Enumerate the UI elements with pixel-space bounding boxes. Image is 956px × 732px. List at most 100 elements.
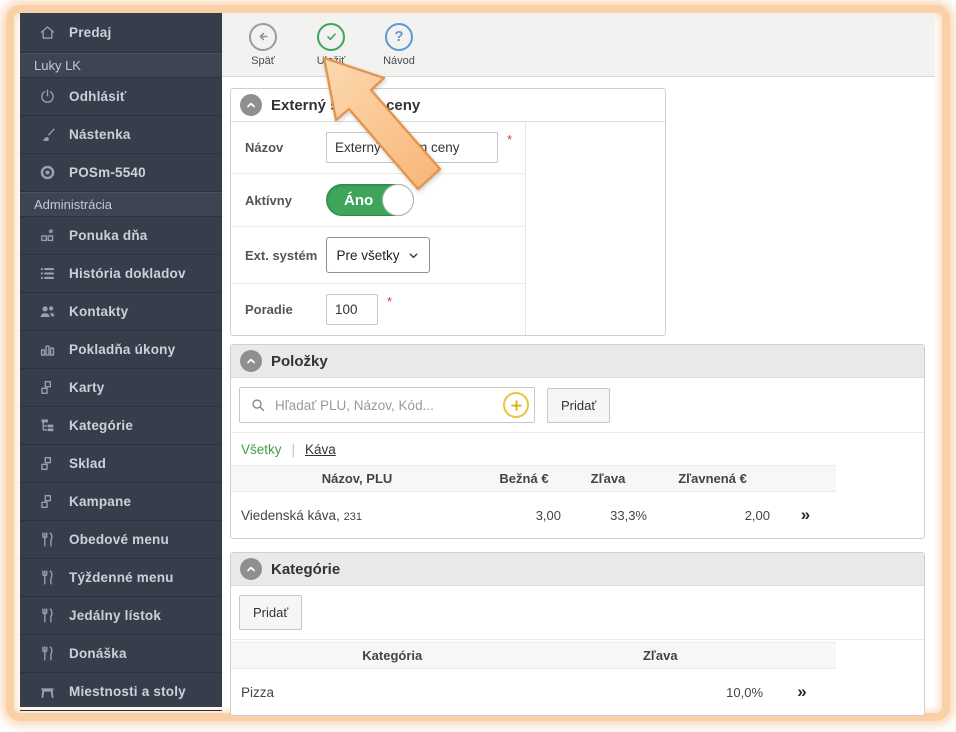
sidebar-section-administracia: Administrácia <box>20 192 222 217</box>
sidebar-item-label: Kategórie <box>69 418 133 433</box>
sidebar-section-label: Administrácia <box>34 197 112 212</box>
collapse-icon[interactable] <box>240 558 262 580</box>
help-button-label: Návod <box>383 55 415 67</box>
sidebar-item-donaska[interactable]: Donáška <box>20 635 222 673</box>
sidebar-item-ponuka-dna[interactable]: Ponuka dňa <box>20 217 222 255</box>
collapse-icon[interactable] <box>240 94 262 116</box>
sidebar: PredajLuky LKOdhlásiťNástenkaPOSm-5540Ad… <box>20 13 222 707</box>
sidebar-item-kategorie[interactable]: Kategórie <box>20 407 222 445</box>
items-add-button[interactable]: Pridať <box>547 388 610 423</box>
collapse-icon[interactable] <box>240 350 262 372</box>
poradie-input[interactable] <box>326 294 378 325</box>
toggle-knob <box>382 184 414 216</box>
sidebar-item-label: Miestnosti a stoly <box>69 684 186 699</box>
column-header-bezna: Bežná € <box>483 466 565 492</box>
sidebar-item-label: POSm-5540 <box>69 165 146 180</box>
item-plu: 231 <box>344 511 362 523</box>
chevron-down-icon <box>407 249 420 262</box>
tree-icon <box>36 416 58 436</box>
item-open-chevrons-icon[interactable]: » <box>774 492 836 539</box>
save-button-label: Uložiť <box>317 55 346 67</box>
bar-chart-icon <box>36 340 58 360</box>
filter-tab-kava[interactable]: Káva <box>305 442 336 457</box>
sidebar-item-label: Karty <box>69 380 105 395</box>
add-item-plus-icon[interactable] <box>503 392 529 418</box>
sidebar-item-label: Donáška <box>69 646 127 661</box>
sidebar-item-posm-5540[interactable]: POSm-5540 <box>20 154 222 192</box>
column-header-kategoria: Kategória <box>231 643 554 669</box>
toolbar: Späť Uložiť ? Návod <box>222 13 935 77</box>
item-discount-percent: 33,3% <box>565 492 651 539</box>
poradie-label: Poradie <box>245 302 326 317</box>
ext-system-label: Ext. systém <box>245 248 326 263</box>
category-open-chevrons-icon[interactable]: » <box>767 669 836 716</box>
sidebar-item-miestnosti-a-stoly[interactable]: Miestnosti a stoly <box>20 673 222 711</box>
sidebar-item-pokladna-ukony[interactable]: Pokladňa úkony <box>20 331 222 369</box>
panel-header-categories: Kategórie <box>231 553 924 586</box>
boxes-icon <box>36 454 58 474</box>
sidebar-item-label: Jedálny lístok <box>69 608 161 623</box>
categories-table-header-row: KategóriaZľava <box>231 643 836 669</box>
column-header-actions <box>767 643 836 669</box>
table-icon <box>36 682 58 702</box>
sidebar-item-tyzdenne-menu[interactable]: Týždenné menu <box>20 559 222 597</box>
sidebar-item-label: Odhlásiť <box>69 89 127 104</box>
categories-table: KategóriaZľava Pizza10,0%» <box>231 642 836 715</box>
cutlery-icon <box>36 644 58 664</box>
list-icon <box>36 264 58 284</box>
sidebar-item-label: Kampane <box>69 494 131 509</box>
sidebar-item-kampane[interactable]: Kampane <box>20 483 222 521</box>
sidebar-item-predaj[interactable]: Predaj <box>20 13 222 53</box>
form-row-aktivny: Aktívny Áno <box>231 174 525 227</box>
filter-separator: | <box>292 442 296 457</box>
cutlery-icon <box>36 568 58 588</box>
save-button[interactable]: Uložiť <box>304 23 358 67</box>
form-row-ext-system: Ext. systém Pre všetky <box>231 227 525 284</box>
required-marker: * <box>387 294 392 309</box>
search-box <box>239 387 535 423</box>
main-area: Späť Uložiť ? Návod <box>222 13 935 707</box>
power-icon <box>36 87 58 107</box>
column-header-actions <box>774 466 836 492</box>
filter-tab-vsetky[interactable]: Všetky <box>241 442 282 457</box>
external-price-system-panel: Externý systém ceny Názov * Aktívny Áno <box>230 88 666 336</box>
brush-icon <box>36 125 58 145</box>
category-name-cell: Pizza <box>231 669 554 716</box>
nazov-label: Názov <box>245 140 326 155</box>
sidebar-item-sklad[interactable]: Sklad <box>20 445 222 483</box>
panel-title: Kategórie <box>271 561 340 578</box>
box-star-icon <box>36 226 58 246</box>
sidebar-item-jedalny-listok[interactable]: Jedálny lístok <box>20 597 222 635</box>
sidebar-item-label: Predaj <box>69 25 111 40</box>
column-header-zlavnena: Zľavnená € <box>651 466 774 492</box>
item-discounted-price: 2,00 <box>651 492 774 539</box>
help-button[interactable]: ? Návod <box>372 23 426 67</box>
sidebar-item-label: Týždenné menu <box>69 570 174 585</box>
sidebar-item-karty[interactable]: Karty <box>20 369 222 407</box>
sidebar-item-label: Ponuka dňa <box>69 228 148 243</box>
categories-add-button[interactable]: Pridať <box>239 595 302 630</box>
column-header-zlava: Zľava <box>554 643 768 669</box>
sidebar-item-historia-dokladov[interactable]: História dokladov <box>20 255 222 293</box>
sidebar-item-obedove-menu[interactable]: Obedové menu <box>20 521 222 559</box>
sidebar-item-nastenka[interactable]: Nástenka <box>20 116 222 154</box>
categories-button-row: Pridať <box>231 586 924 640</box>
sidebar-item-label: História dokladov <box>69 266 186 281</box>
panel-header-items: Položky <box>231 345 924 378</box>
items-filters: Všetky | Káva <box>231 433 924 463</box>
column-header-zlava: Zľava <box>565 466 651 492</box>
content: Externý systém ceny Názov * Aktívny Áno <box>222 77 935 716</box>
form-row-poradie: Poradie * <box>231 284 525 335</box>
back-button[interactable]: Späť <box>236 23 290 67</box>
items-panel: Položky Pridať Všetky | Káva <box>230 344 925 539</box>
item-name-cell: Viedenská káva, 231 <box>231 492 483 539</box>
sidebar-item-kontakty[interactable]: Kontakty <box>20 293 222 331</box>
search-input[interactable] <box>275 398 503 413</box>
question-icon: ? <box>385 23 413 51</box>
panel-header-external-system: Externý systém ceny <box>231 89 665 122</box>
active-toggle[interactable]: Áno <box>326 184 414 216</box>
nazov-input[interactable] <box>326 132 498 163</box>
ext-system-select[interactable]: Pre všetky <box>326 237 430 273</box>
categories-panel: Kategórie Pridať KategóriaZľava Pizza10,… <box>230 552 925 716</box>
sidebar-item-odhlasit[interactable]: Odhlásiť <box>20 78 222 116</box>
